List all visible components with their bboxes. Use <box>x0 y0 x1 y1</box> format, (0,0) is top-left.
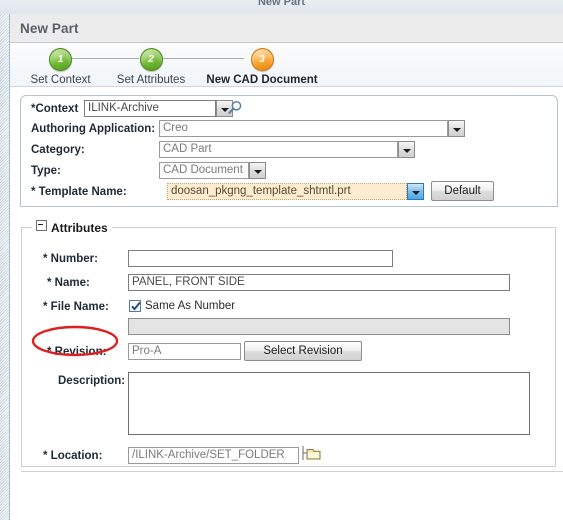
name-input[interactable]: PANEL, FRONT SIDE <box>128 274 510 291</box>
window-titlebar: New Part <box>0 0 563 15</box>
form-content: *Context ILINK-Archive Authoring Applica… <box>10 87 563 520</box>
category-dropdown-arrow[interactable] <box>398 141 415 158</box>
same-as-number-label: Same As Number <box>145 300 236 312</box>
same-as-number-checkbox[interactable] <box>129 300 141 312</box>
wizard-steps: 1 Set Context 2 Set Attributes 3 New CAD… <box>10 43 563 87</box>
wizard-step-3-label: New CAD Document <box>206 74 318 86</box>
file-name-label: * File Name: <box>43 301 109 313</box>
file-name-input <box>128 318 510 335</box>
authoring-application-label: Authoring Application: <box>31 123 156 135</box>
page-header: New Part <box>10 14 563 43</box>
wizard-step-new-cad-document[interactable]: 3 New CAD Document <box>198 48 326 86</box>
wizard-step-set-context[interactable]: 1 Set Context <box>14 48 107 86</box>
revision-input[interactable]: Pro-A <box>128 343 241 360</box>
section-divider <box>21 471 563 472</box>
collapse-toggle-icon[interactable] <box>36 220 47 231</box>
context-label: *Context <box>31 103 79 115</box>
location-label: * Location: <box>43 450 103 462</box>
context-input[interactable]: ILINK-Archive <box>84 100 216 117</box>
attributes-legend[interactable]: Attributes <box>32 220 112 235</box>
description-textarea[interactable] <box>128 372 530 435</box>
category-input[interactable]: CAD Part <box>159 141 398 158</box>
magnifier-icon[interactable] <box>226 99 242 115</box>
wizard-step-1-label: Set Context <box>30 74 91 86</box>
template-name-dropdown-arrow[interactable] <box>407 183 424 200</box>
type-dropdown-arrow[interactable] <box>249 162 266 179</box>
name-label: * Name: <box>47 277 90 289</box>
revision-label: * Revision: <box>47 346 107 358</box>
type-input[interactable]: CAD Document <box>159 162 249 179</box>
page-title: New Part <box>20 21 79 36</box>
folder-icon[interactable] <box>301 444 323 467</box>
template-name-label: * Template Name: <box>31 186 127 198</box>
window-left-frame <box>0 14 9 520</box>
wizard-step-2-bubble: 2 <box>139 48 163 71</box>
attributes-legend-label: Attributes <box>51 221 108 235</box>
number-label: * Number: <box>43 253 98 265</box>
default-button[interactable]: Default <box>431 181 494 201</box>
wizard-step-set-attributes[interactable]: 2 Set Attributes <box>103 48 199 86</box>
template-name-input[interactable]: doosan_pkgng_template_shtmtl.prt <box>167 183 407 200</box>
wizard-step-2-label: Set Attributes <box>116 74 186 86</box>
authoring-application-input[interactable]: Creo <box>159 120 448 137</box>
wizard-step-3-bubble: 3 <box>250 48 274 71</box>
category-label: Category: <box>31 144 85 156</box>
number-input[interactable] <box>128 250 393 267</box>
checkmark-icon <box>131 301 141 311</box>
wizard-step-1-bubble: 1 <box>49 48 72 71</box>
type-label: Type: <box>31 165 61 177</box>
authoring-application-dropdown-arrow[interactable] <box>448 120 465 137</box>
window-title: New Part <box>257 0 306 8</box>
select-revision-button[interactable]: Select Revision <box>244 341 362 361</box>
description-label: Description: <box>58 375 126 387</box>
location-input: /ILINK-Archive/SET_FOLDER <box>128 447 299 464</box>
